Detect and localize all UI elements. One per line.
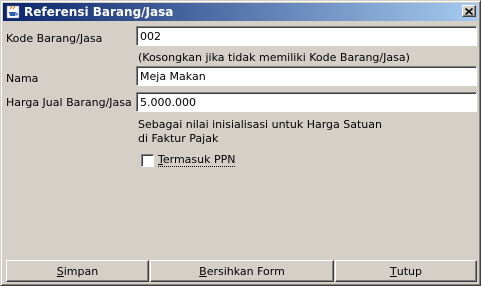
harga-note: Sebagai nilai inisialisasi untuk Harga S… [138,118,382,146]
simpan-button[interactable]: Simpan [6,260,149,282]
bersihkan-form-button[interactable]: Bersihkan Form [150,260,334,282]
harga-note-line1: Sebagai nilai inisialisasi untuk Harga S… [138,118,382,131]
kode-label: Kode Barang/Jasa [6,32,103,45]
bersihkan-mnemonic: B [199,264,207,278]
simpan-mnemonic: S [56,264,64,278]
tutup-label-rest: utup [396,264,422,278]
ppn-checkbox-label: Termasuk PPN [158,153,236,167]
window-title: Referensi Barang/Jasa [24,5,174,19]
harga-input[interactable] [136,92,477,112]
simpan-label-rest: impan [63,264,99,278]
java-cup-icon [6,5,20,19]
title-bar[interactable]: Referensi Barang/Jasa [3,3,478,21]
bersihkan-label-rest: ersihkan Form [206,264,285,278]
ppn-checkbox[interactable] [141,153,154,167]
nama-input[interactable] [136,66,477,86]
harga-note-line2: di Faktur Pajak [138,132,219,145]
tutup-mnemonic: T [390,264,397,278]
ppn-checkbox-row[interactable]: Termasuk PPN [141,153,236,167]
ppn-label-rest: ermasuk PPN [162,153,236,166]
kode-input[interactable] [136,26,477,46]
dialog-window: Referensi Barang/Jasa Kode Barang/Jasa (… [0,0,481,286]
close-button[interactable] [462,5,476,17]
kode-hint: (Kosongkan jika tidak memiliki Kode Bara… [138,51,410,64]
harga-label: Harga Jual Barang/Jasa [6,96,132,109]
tutup-button[interactable]: Tutup [335,260,477,282]
close-icon [465,7,473,15]
nama-label: Nama [6,72,39,85]
